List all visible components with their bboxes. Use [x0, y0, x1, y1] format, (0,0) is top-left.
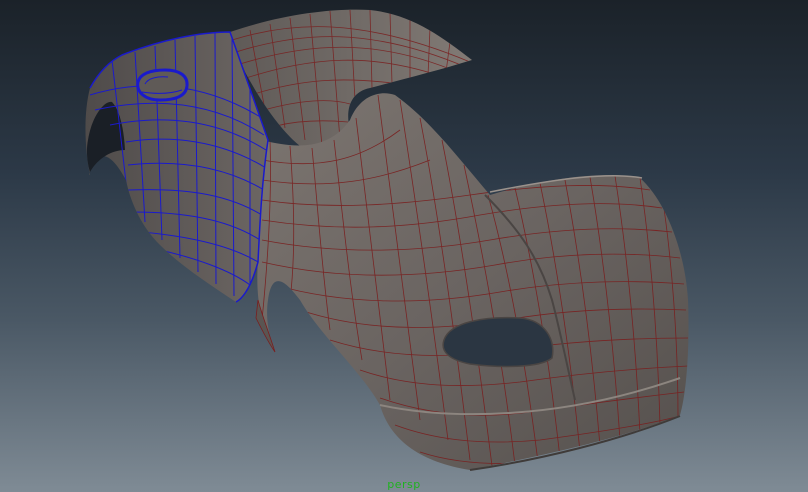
tail-light-opening[interactable] — [442, 316, 554, 368]
car-body-mesh[interactable] — [257, 93, 689, 471]
side-mirror[interactable] — [136, 68, 189, 102]
scene-canvas[interactable] — [0, 0, 808, 492]
maya-perspective-viewport[interactable]: persp — [0, 0, 808, 492]
camera-name-label: persp — [387, 478, 421, 491]
